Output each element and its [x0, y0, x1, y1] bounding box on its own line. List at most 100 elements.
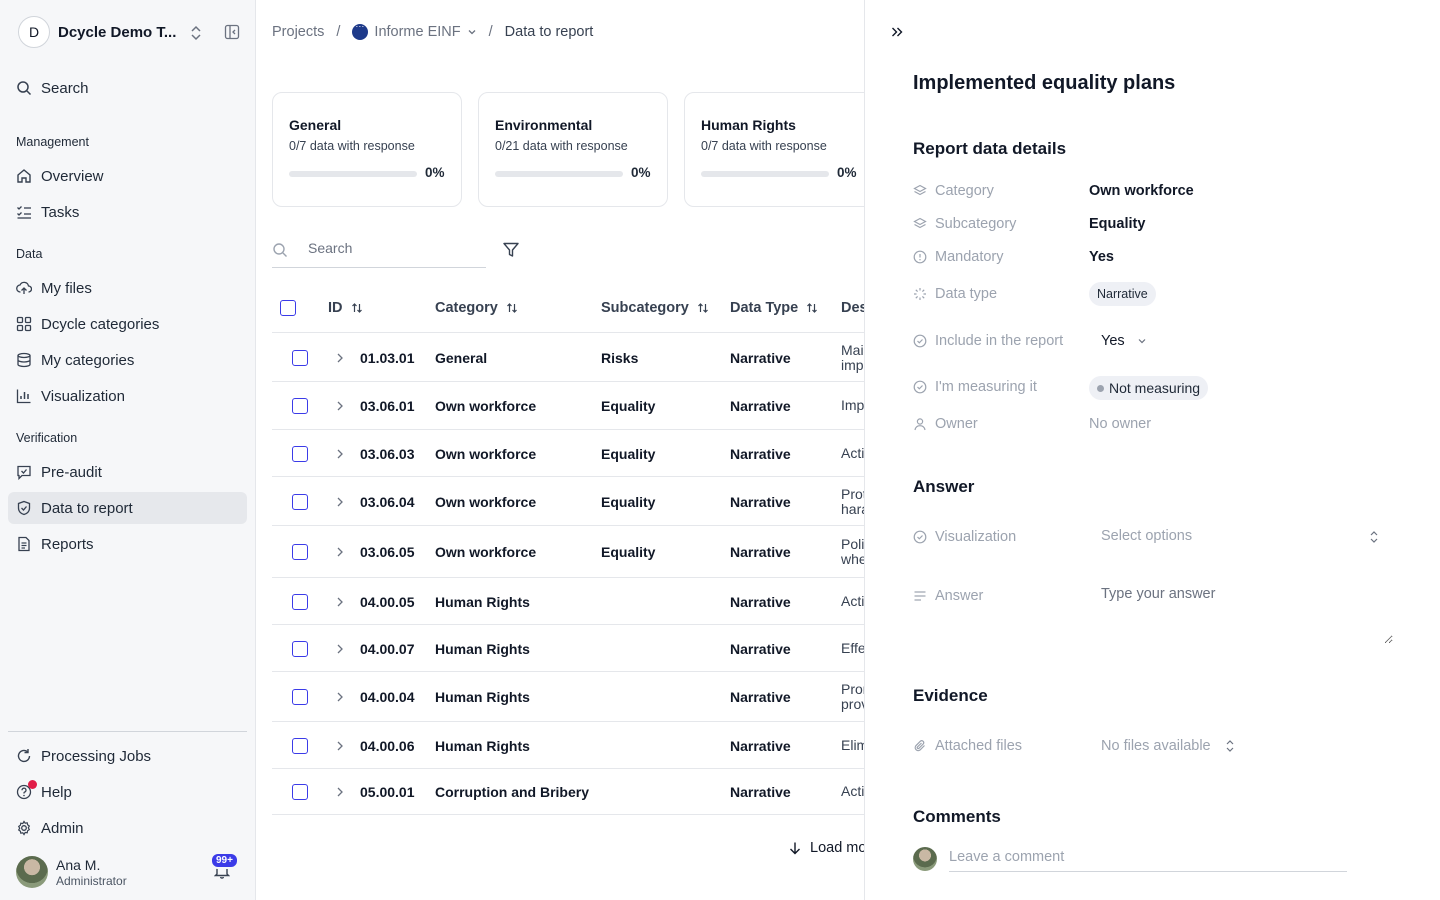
- visualization-select[interactable]: Select options: [1101, 528, 1393, 544]
- column-header-description[interactable]: Des: [841, 300, 864, 316]
- chevron-right-icon[interactable]: [335, 596, 345, 608]
- card-progress-bar: [701, 171, 829, 177]
- attached-files-select[interactable]: No files available: [1101, 738, 1235, 754]
- sidebar-item-pre-audit[interactable]: Pre-audit: [8, 456, 247, 488]
- row-checkbox[interactable]: [292, 594, 308, 610]
- org-avatar: D: [18, 16, 50, 48]
- filter-icon[interactable]: [502, 241, 520, 259]
- column-header-subcategory[interactable]: Subcategory: [601, 300, 709, 316]
- column-label: Subcategory: [601, 300, 689, 316]
- row-checkbox[interactable]: [292, 738, 308, 754]
- row-checkbox[interactable]: [292, 641, 308, 657]
- chevron-right-icon[interactable]: [335, 352, 345, 364]
- sidebar-item-tasks[interactable]: Tasks: [8, 196, 247, 228]
- summary-card-environmental[interactable]: Environmental 0/21 data with response 0%: [478, 92, 668, 207]
- include-select[interactable]: Yes: [1101, 333, 1147, 349]
- sidebar-collapse-icon[interactable]: [224, 24, 240, 40]
- table-row[interactable]: 04.00.04 Human Rights Narrative Pron prov: [272, 672, 864, 722]
- comment-row: [913, 846, 1353, 874]
- row-checkbox[interactable]: [292, 494, 308, 510]
- cell-id: 03.06.01: [360, 398, 415, 414]
- sidebar-item-processing-jobs[interactable]: Processing Jobs: [8, 740, 247, 772]
- cell-id: 03.06.04: [360, 494, 415, 510]
- label-visualization: Visualization: [913, 529, 1016, 545]
- detail-panel: Implemented equality plans Report data d…: [864, 0, 1440, 900]
- sidebar-item-search[interactable]: Search: [8, 72, 247, 104]
- summary-card-general[interactable]: General 0/7 data with response 0%: [272, 92, 462, 207]
- cell-description: Imp: [841, 398, 864, 413]
- cell-category: General: [435, 350, 488, 366]
- chevron-right-icon[interactable]: [335, 546, 345, 558]
- select-all-checkbox[interactable]: [280, 300, 296, 316]
- cell-id: 01.03.01: [360, 350, 415, 366]
- sidebar-item-visualization[interactable]: Visualization: [8, 380, 247, 412]
- breadcrumb-project[interactable]: Informe EINF: [352, 21, 476, 40]
- row-checkbox[interactable]: [292, 398, 308, 414]
- column-header-data-type[interactable]: Data Type: [730, 300, 818, 316]
- table-row[interactable]: 03.06.03 Own workforce Equality Narrative Ac…: [272, 430, 864, 477]
- owner-select[interactable]: No owner: [1089, 416, 1151, 432]
- row-checkbox[interactable]: [292, 446, 308, 462]
- sidebar-item-admin[interactable]: Admin: [8, 812, 247, 844]
- column-header-category[interactable]: Category: [435, 300, 518, 316]
- measuring-status-badge[interactable]: Not measuring: [1089, 376, 1209, 400]
- chevron-right-icon[interactable]: [335, 643, 345, 655]
- cell-description: Acti: [841, 446, 864, 461]
- chevron-right-icon[interactable]: [335, 740, 345, 752]
- sidebar-item-label: My categories: [41, 351, 135, 369]
- summary-card-human-rights[interactable]: Human Rights 0/7 data with response 0%: [684, 92, 864, 207]
- chevrons-right-icon[interactable]: [889, 24, 905, 40]
- breadcrumb-projects[interactable]: Projects: [272, 24, 324, 40]
- visualization-placeholder: Select options: [1101, 528, 1193, 544]
- row-checkbox[interactable]: [292, 544, 308, 560]
- main-content: Projects / Informe EINF / Data to report…: [256, 0, 864, 900]
- org-switcher[interactable]: D Dcycle Demo T...: [18, 16, 246, 48]
- cell-data-type: Narrative: [730, 594, 791, 610]
- sidebar-item-help[interactable]: Help: [8, 776, 247, 808]
- table-row[interactable]: 03.06.01 Own workforce Equality Narrative Im…: [272, 382, 864, 430]
- align-left-icon: [914, 591, 926, 601]
- sidebar-item-label: Reports: [41, 535, 94, 553]
- cell-id: 04.00.07: [360, 641, 415, 657]
- column-header-id[interactable]: ID: [328, 300, 363, 316]
- user-info: Ana M. Administrator: [56, 857, 127, 888]
- cell-subcategory: Equality: [601, 398, 656, 414]
- sidebar-item-my-categories[interactable]: My categories: [8, 344, 247, 376]
- row-checkbox[interactable]: [292, 784, 308, 800]
- row-checkbox[interactable]: [292, 689, 308, 705]
- breadcrumb: Projects / Informe EINF / Data to report: [272, 21, 593, 40]
- table-row[interactable]: 03.06.05 Own workforce Equality Narrative Po…: [272, 526, 864, 578]
- sort-icon: [351, 303, 362, 313]
- table-row[interactable]: 03.06.04 Own workforce Equality Narrative Pr…: [272, 477, 864, 526]
- chevron-right-icon[interactable]: [335, 691, 345, 703]
- value-mandatory: Yes: [1089, 249, 1114, 265]
- grid-icon: [16, 316, 32, 332]
- user-menu[interactable]: Ana M. Administrator 99+: [16, 852, 246, 889]
- cell-description: Mai impı: [841, 343, 864, 373]
- load-more-button[interactable]: Load mo: [788, 840, 864, 856]
- sidebar-item-overview[interactable]: Overview: [8, 160, 247, 192]
- user-role: Administrator: [56, 873, 127, 888]
- sidebar-item-dcycle-categories[interactable]: Dcycle categories: [8, 308, 247, 340]
- sidebar-item-reports[interactable]: Reports: [8, 528, 247, 560]
- table-row[interactable]: 04.00.05 Human Rights Narrative Acti: [272, 578, 864, 625]
- cell-data-type: Narrative: [730, 350, 791, 366]
- table-row[interactable]: 05.00.01 Corruption and Bribery Narrative A…: [272, 769, 864, 815]
- bar-chart-icon: [16, 389, 31, 404]
- table-row[interactable]: 04.00.06 Human Rights Narrative Elim: [272, 722, 864, 769]
- sidebar-item-data-to-report[interactable]: Data to report: [8, 492, 247, 524]
- chevrons-up-down-icon: [191, 25, 201, 41]
- table-row[interactable]: 01.03.01 General Risks Narrative Mai impı: [272, 333, 864, 382]
- table-row[interactable]: 04.00.07 Human Rights Narrative Effe: [272, 625, 864, 672]
- search-input[interactable]: [308, 240, 478, 256]
- chevron-right-icon[interactable]: [335, 400, 345, 412]
- row-checkbox[interactable]: [292, 350, 308, 366]
- comment-input[interactable]: [949, 846, 1347, 872]
- chevron-right-icon[interactable]: [335, 496, 345, 508]
- sidebar-item-my-files[interactable]: My files: [8, 272, 247, 304]
- answer-textarea[interactable]: [1089, 580, 1393, 644]
- chevron-right-icon[interactable]: [335, 786, 345, 798]
- user-name: Ana M.: [56, 856, 101, 873]
- arrow-down-icon: [790, 842, 800, 855]
- chevron-right-icon[interactable]: [335, 448, 345, 460]
